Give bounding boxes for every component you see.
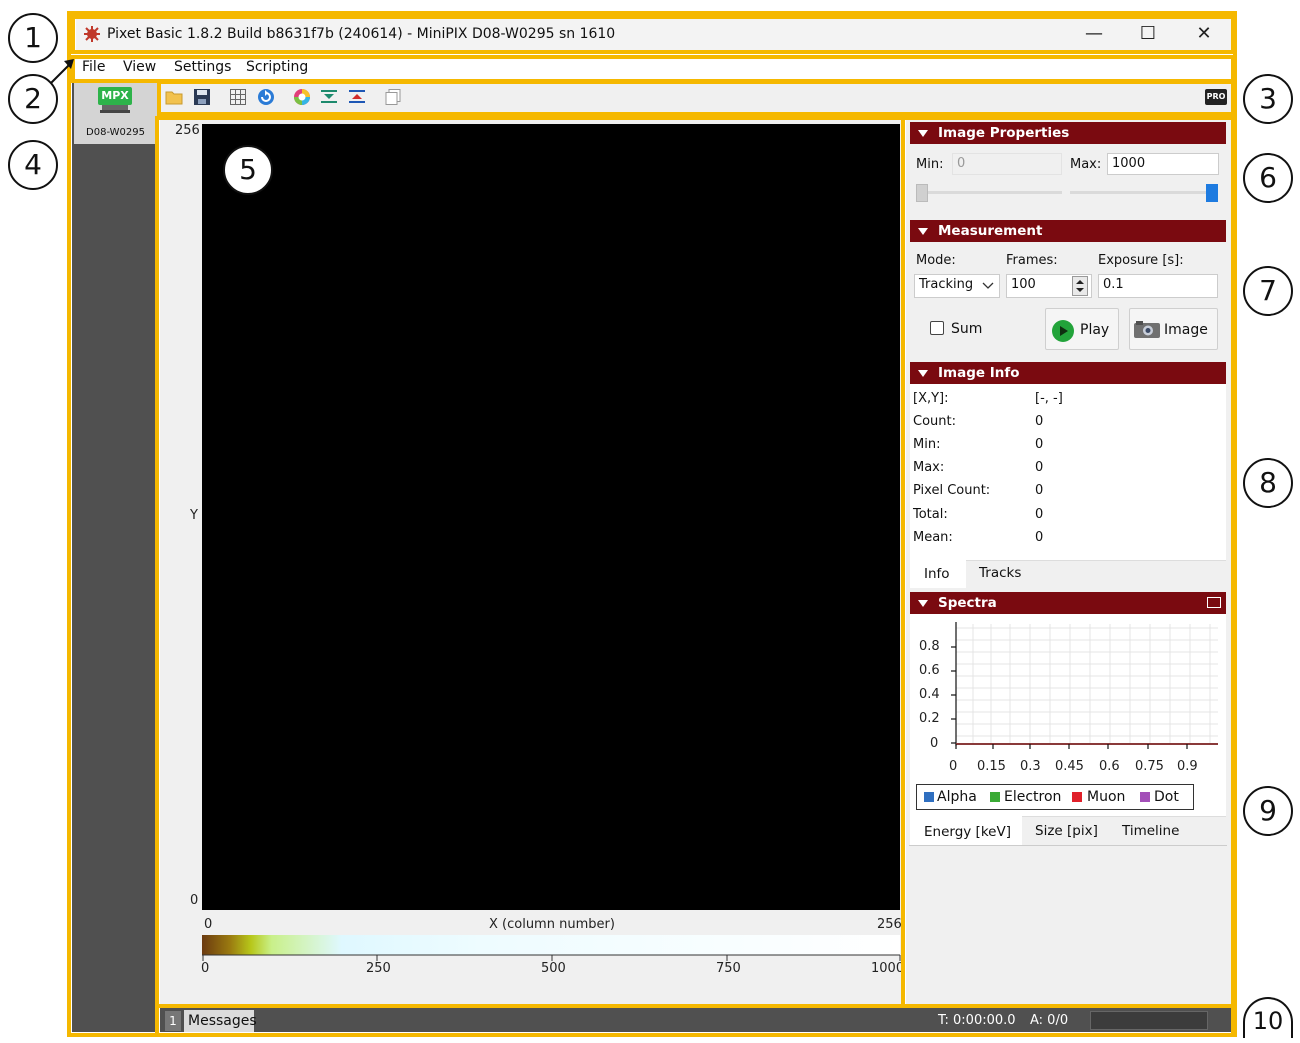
callout-6: 6: [1243, 153, 1293, 203]
callout-3: 3: [1243, 74, 1293, 124]
callout-arrow: [50, 59, 74, 84]
highlight-frame: [901, 116, 1235, 1008]
callout-8: 8: [1243, 458, 1293, 508]
highlight-frame: [155, 1004, 1235, 1037]
callout-9: 9: [1243, 786, 1293, 836]
highlight-frame: [71, 15, 1235, 54]
highlight-frame: [71, 55, 1235, 83]
callout-7: 7: [1243, 266, 1293, 316]
callout-5: 5: [223, 145, 273, 195]
callout-10: 10: [1243, 997, 1293, 1038]
callout-4: 4: [8, 140, 58, 190]
highlight-frame: [155, 116, 905, 1008]
highlight-frame: [157, 80, 1235, 116]
